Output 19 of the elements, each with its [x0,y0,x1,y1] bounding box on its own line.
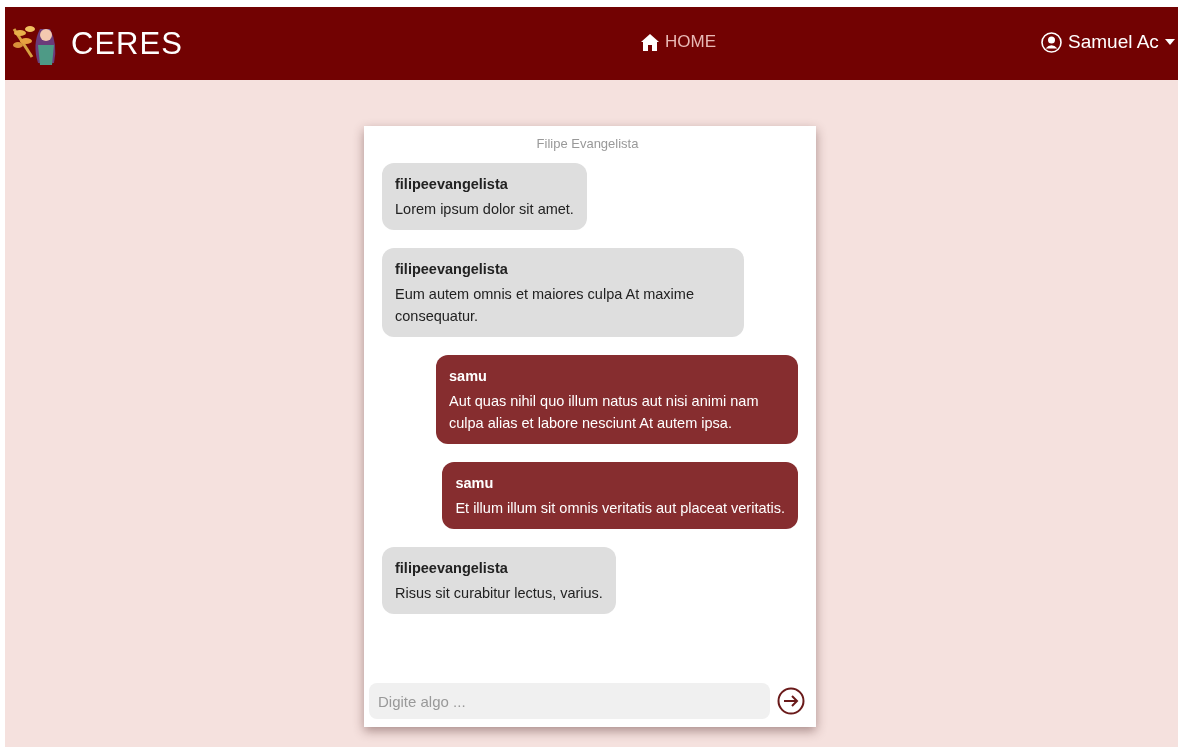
message-author: filipeevangelista [395,559,509,578]
message-text: Et illum illum sit omnis veritatis aut placeat veritatis. [455,499,785,518]
chat-title: Filipe Evangelista [535,136,640,151]
user-icon [1041,31,1062,53]
message-author: samu [449,367,488,386]
message-author: filipeevangelista [395,260,509,279]
message-author: samu [455,474,495,493]
home-icon [641,33,659,51]
message-text: Risus sit curabitur lectus, varius. [395,584,603,603]
message-text: Lorem ipsum dolor sit amet. [395,200,574,219]
user-menu[interactable]: Samuel Ac [1041,31,1175,53]
message-text: Aut quas nihil quo illum natus aut nisi animi nam culpa alias et labore nesciunt At autem ipsa. [449,392,760,433]
brand-name[interactable]: CERES [71,25,183,62]
home-link[interactable]: HOME [641,32,716,52]
send-button[interactable] [776,686,806,716]
message-author: filipeevangelista [395,175,509,194]
message-input[interactable]: Digite algo ... [369,683,770,719]
message-text: Eum autem omnis et maiores culpa At maxime consequatur. [395,285,695,326]
caret-icon [1164,39,1175,45]
